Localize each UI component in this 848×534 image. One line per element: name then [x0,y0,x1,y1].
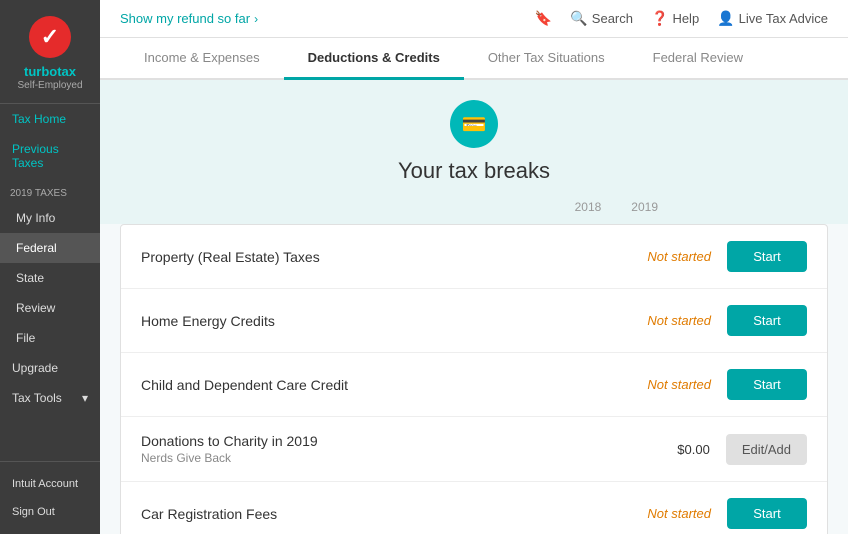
live-advice-label: Live Tax Advice [739,11,828,26]
tax-item-donations: Donations to Charity in 2019 Nerds Give … [121,417,827,482]
tax-item-donations-value: $0.00 [650,442,710,457]
help-label: Help [672,11,699,26]
tax-item-car-registration-name: Car Registration Fees [141,506,611,522]
sidebar: ✓ turbotax Self-Employed Tax Home Previo… [0,0,100,534]
header-icon: 💳 [450,100,498,148]
bookmark-nav-item[interactable]: 🔖 [535,10,552,27]
sidebar-item-upgrade[interactable]: Upgrade [0,353,100,383]
arrow-right-icon: › [254,12,258,26]
tax-items-list: Property (Real Estate) Taxes Not started… [120,224,828,534]
sidebar-item-tax-tools[interactable]: Tax Tools ▾ [0,383,100,413]
check-icon: ✓ [41,26,59,48]
sidebar-item-review[interactable]: Review [0,293,100,323]
year-2018: 2018 [575,200,602,214]
tax-item-home-energy: Home Energy Credits Not started Start [121,289,827,353]
sidebar-item-my-info[interactable]: My Info [0,203,100,233]
sidebar-item-previous-taxes[interactable]: Previous Taxes [0,134,100,178]
year-2019: 2019 [631,200,658,214]
header-card: 💳 Your tax breaks 2018 2019 [100,80,848,224]
car-registration-start-button[interactable]: Start [727,498,807,529]
main-content: Show my refund so far › 🔖 🔍 Search ❓ Hel… [100,0,848,534]
tab-deductions-credits[interactable]: Deductions & Credits [284,38,464,80]
tab-nav: Income & Expenses Deductions & Credits O… [100,38,848,80]
refund-label: Show my refund so far [120,11,250,26]
tax-item-child-dependent-info: Child and Dependent Care Credit [141,377,611,393]
page-title: Your tax breaks [398,158,550,184]
sidebar-item-state[interactable]: State [0,263,100,293]
tab-income-expenses[interactable]: Income & Expenses [120,38,284,80]
sidebar-item-sign-out[interactable]: Sign Out [0,498,100,526]
tax-item-property-taxes-status: Not started [611,249,711,264]
tax-item-donations-name: Donations to Charity in 2019 [141,433,650,449]
tax-item-property-taxes-name: Property (Real Estate) Taxes [141,249,611,265]
turbotax-logo-sub: Self-Employed [17,80,82,91]
content-area: 💳 Your tax breaks 2018 2019 Property (Re… [100,80,848,534]
tax-item-property-taxes-info: Property (Real Estate) Taxes [141,249,611,265]
sidebar-bottom: Intuit Account Sign Out [0,461,100,534]
donations-edit-button[interactable]: Edit/Add [726,434,807,465]
help-nav-item[interactable]: ❓ Help [651,10,699,27]
sidebar-item-file[interactable]: File [0,323,100,353]
tax-item-child-dependent-name: Child and Dependent Care Credit [141,377,611,393]
tax-item-home-energy-name: Home Energy Credits [141,313,611,329]
bookmark-icon: 🔖 [535,10,552,27]
tax-item-property-taxes: Property (Real Estate) Taxes Not started… [121,225,827,289]
tab-other-tax-situations[interactable]: Other Tax Situations [464,38,629,80]
sidebar-item-intuit-account[interactable]: Intuit Account [0,470,100,498]
tax-item-donations-sub: Nerds Give Back [141,451,650,465]
property-taxes-start-button[interactable]: Start [727,241,807,272]
deductions-icon: 💳 [462,112,487,137]
tax-tools-label: Tax Tools [12,391,62,405]
search-label: Search [592,11,633,26]
tax-item-child-dependent: Child and Dependent Care Credit Not star… [121,353,827,417]
turbotax-logo-circle: ✓ [29,16,71,58]
tax-item-donations-info: Donations to Charity in 2019 Nerds Give … [141,433,650,465]
chevron-down-icon: ▾ [82,391,88,405]
tax-item-car-registration-status: Not started [611,506,711,521]
tax-item-child-dependent-status: Not started [611,377,711,392]
tax-year-label: 2019 TAXES [0,178,100,203]
tax-item-home-energy-info: Home Energy Credits [141,313,611,329]
home-energy-start-button[interactable]: Start [727,305,807,336]
tab-federal-review[interactable]: Federal Review [629,38,767,80]
refund-link[interactable]: Show my refund so far › [120,11,258,26]
tax-item-car-registration: Car Registration Fees Not started Start [121,482,827,534]
tax-item-car-registration-info: Car Registration Fees [141,506,611,522]
search-nav-item[interactable]: 🔍 Search [570,10,633,27]
child-dependent-start-button[interactable]: Start [727,369,807,400]
top-nav: Show my refund so far › 🔖 🔍 Search ❓ Hel… [100,0,848,38]
top-nav-right: 🔖 🔍 Search ❓ Help 👤 Live Tax Advice [535,10,828,27]
sidebar-logo: ✓ turbotax Self-Employed [0,0,100,104]
help-icon: ❓ [651,10,668,27]
year-row: 2018 2019 [100,192,798,214]
live-advice-nav-item[interactable]: 👤 Live Tax Advice [717,10,828,27]
person-icon: 👤 [717,10,734,27]
tax-item-home-energy-status: Not started [611,313,711,328]
sidebar-item-tax-home[interactable]: Tax Home [0,104,100,134]
sidebar-item-federal[interactable]: Federal [0,233,100,263]
search-icon: 🔍 [570,10,587,27]
turbotax-logo-text: turbotax [24,64,76,80]
